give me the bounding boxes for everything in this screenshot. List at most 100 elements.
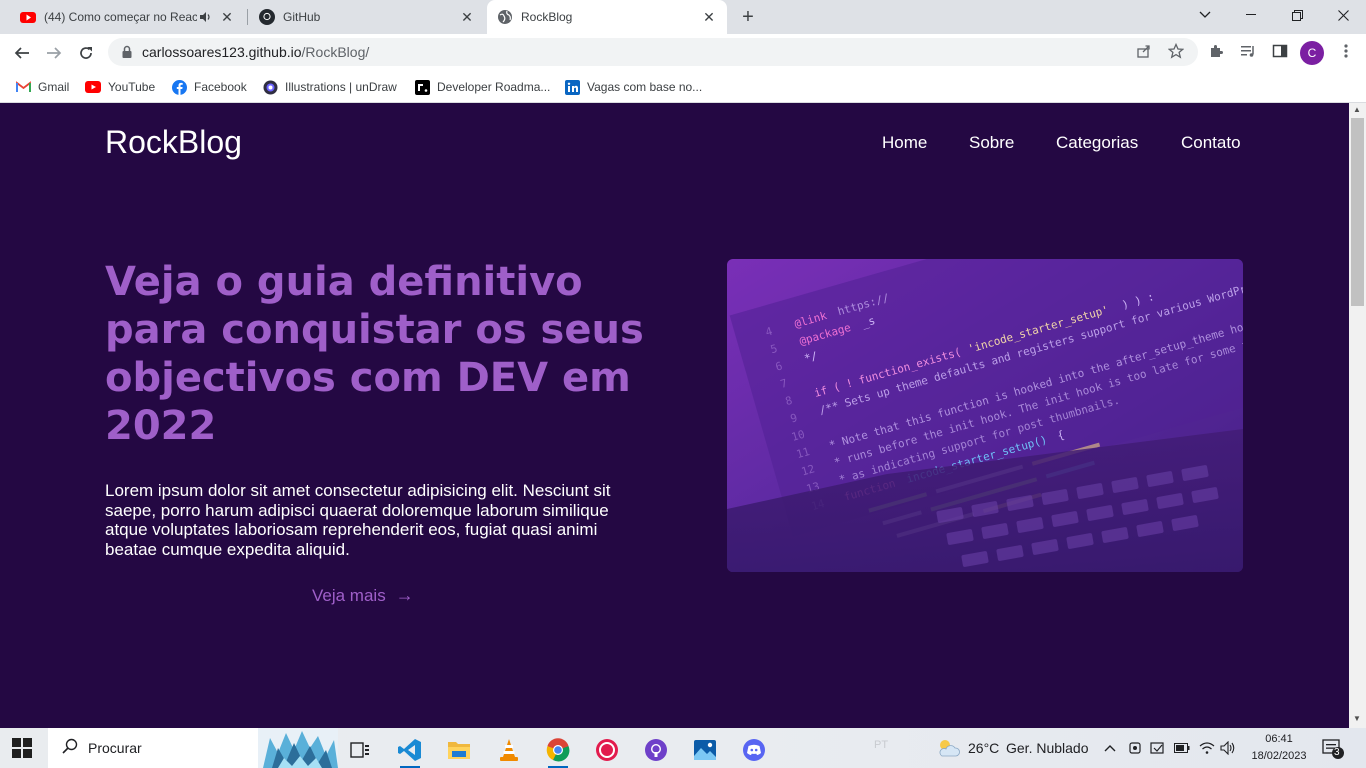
tab-title: GitHub	[283, 10, 321, 24]
youtube-icon	[20, 12, 36, 23]
vlc-icon[interactable]	[489, 732, 529, 768]
back-button[interactable]	[8, 39, 36, 67]
extensions-icon[interactable]	[1204, 39, 1228, 63]
tab-github[interactable]: GitHub ✕	[249, 0, 485, 34]
language-indicator[interactable]: PT	[874, 739, 888, 751]
windows-start-icon[interactable]	[12, 738, 32, 758]
undraw-icon	[262, 79, 278, 95]
weather-icon[interactable]	[936, 738, 960, 758]
bookmark-star-icon[interactable]	[1164, 39, 1188, 63]
notifications-icon[interactable]	[1322, 738, 1344, 760]
side-panel-icon[interactable]	[1268, 39, 1292, 63]
bookmarks-bar: Gmail YouTube Facebook Illustrations | u…	[0, 71, 1366, 103]
bookmark-label: YouTube	[108, 80, 156, 94]
tab-title: (44) Como começar no React	[44, 10, 197, 24]
chrome-menu-icon[interactable]	[1334, 39, 1358, 63]
bookmark-roadmap[interactable]: Developer Roadma...	[414, 77, 550, 97]
arrow-left-icon	[14, 47, 29, 59]
linkedin-icon	[564, 79, 580, 95]
hero-image: 456 789 101112 1314 @linkhttps:// @packa…	[727, 259, 1243, 572]
battery-icon[interactable]	[1174, 740, 1190, 756]
search-placeholder: Procurar	[88, 740, 142, 756]
arrow-right-icon	[47, 47, 62, 59]
bookmark-gmail[interactable]: Gmail	[15, 77, 69, 97]
chevron-up-icon[interactable]	[1102, 740, 1118, 756]
github-desktop-icon[interactable]	[636, 732, 676, 768]
task-view-icon[interactable]	[340, 732, 380, 768]
hero-text: Lorem ipsum dolor sit amet consectetur a…	[105, 481, 611, 559]
scroll-up-arrow-icon[interactable]: ▲	[1353, 105, 1361, 114]
clock-date: 18/02/2023	[1251, 750, 1307, 762]
lock-icon	[122, 45, 132, 58]
bookmark-label: Gmail	[38, 80, 70, 94]
discord-icon[interactable]	[734, 732, 774, 768]
bookmark-label: Vagas com base no...	[587, 80, 703, 94]
arrow-right-icon: →	[395, 585, 414, 605]
close-window-button[interactable]	[1320, 0, 1366, 30]
share-icon[interactable]	[1132, 39, 1156, 63]
nav-contato[interactable]: Contato	[1181, 133, 1241, 153]
close-tab-icon[interactable]: ✕	[219, 9, 235, 25]
scroll-down-arrow-icon[interactable]: ▼	[1353, 714, 1361, 723]
recorder-icon[interactable]	[587, 732, 627, 768]
forward-button[interactable]	[40, 39, 68, 67]
github-icon	[259, 9, 275, 25]
tab-youtube-react[interactable]: (44) Como começar no React ✕	[0, 0, 245, 34]
address-bar[interactable]: carlossoares123.github.io/RockBlog/	[108, 38, 1198, 66]
bookmark-label: Illustrations | unDraw	[285, 80, 397, 94]
page-viewport: RockBlog Home Sobre Categorias Contato V…	[0, 103, 1349, 728]
bookmark-youtube[interactable]: YouTube	[85, 77, 155, 97]
nav-home[interactable]: Home	[882, 133, 927, 153]
volume-icon[interactable]	[1220, 740, 1236, 756]
close-tab-icon[interactable]: ✕	[459, 9, 475, 25]
close-tab-icon[interactable]: ✕	[701, 9, 717, 25]
file-explorer-icon[interactable]	[439, 732, 479, 768]
meet-now-icon[interactable]	[1127, 740, 1143, 756]
url-path: /RockBlog/	[301, 44, 370, 60]
url-host: carlossoares123.github.io	[142, 44, 302, 60]
device-sync-icon[interactable]	[1150, 740, 1166, 756]
tab-title: RockBlog	[521, 10, 573, 24]
page-scrollbar[interactable]: ▲ ▼	[1349, 103, 1366, 728]
clock-time: 06:41	[1265, 733, 1293, 745]
chrome-icon[interactable]	[538, 732, 578, 768]
vscode-icon[interactable]	[390, 732, 430, 768]
globe-icon	[498, 10, 512, 24]
minimize-button[interactable]	[1228, 0, 1274, 30]
gmail-icon	[15, 79, 31, 95]
taskbar-clock[interactable]: 06:41 18/02/2023	[1244, 731, 1314, 765]
reload-icon	[80, 47, 92, 59]
weather-condition[interactable]: Ger. Nublado	[1006, 740, 1089, 756]
youtube-icon	[85, 79, 101, 95]
media-control-icon[interactable]	[1236, 39, 1260, 63]
nav-categorias[interactable]: Categorias	[1056, 133, 1138, 153]
search-highlight-illustration	[258, 728, 338, 768]
nav-sobre[interactable]: Sobre	[969, 133, 1014, 153]
new-tab-button[interactable]: +	[737, 5, 759, 29]
weather-temp[interactable]: 26°C	[968, 740, 999, 756]
roadmap-icon	[414, 79, 430, 95]
speaker-icon[interactable]	[197, 9, 213, 25]
veja-mais-link[interactable]: Veja mais →	[312, 585, 414, 606]
facebook-icon	[171, 79, 187, 95]
photos-icon[interactable]	[685, 732, 725, 768]
reload-button[interactable]	[72, 39, 100, 67]
bookmark-linkedin[interactable]: Vagas com base no...	[564, 77, 702, 97]
bookmark-undraw[interactable]: Illustrations | unDraw	[262, 77, 397, 97]
restore-button[interactable]	[1274, 0, 1320, 30]
site-nav: Home Sobre Categorias Contato	[0, 133, 1349, 157]
tab-rockblog[interactable]: RockBlog ✕	[487, 0, 727, 34]
scroll-thumb[interactable]	[1351, 118, 1364, 306]
tab-separator	[247, 9, 248, 25]
bookmark-facebook[interactable]: Facebook	[171, 77, 247, 97]
hero-title: Veja o guia definitivo para conquistar o…	[105, 259, 644, 449]
notification-count: 3	[1334, 747, 1340, 758]
profile-avatar[interactable]: C	[1300, 41, 1324, 65]
tab-search-button[interactable]	[1182, 0, 1228, 30]
wifi-icon[interactable]	[1199, 740, 1215, 756]
windows-taskbar: Procurar PT 26°C Ger. Nublado 06:41 18/0…	[0, 728, 1366, 768]
browser-toolbar: carlossoares123.github.io/RockBlog/ C	[0, 34, 1366, 71]
search-icon	[62, 738, 78, 759]
tab-strip: (44) Como começar no React ✕ GitHub ✕ Ro…	[0, 0, 1366, 34]
bookmark-label: Developer Roadma...	[437, 80, 551, 94]
